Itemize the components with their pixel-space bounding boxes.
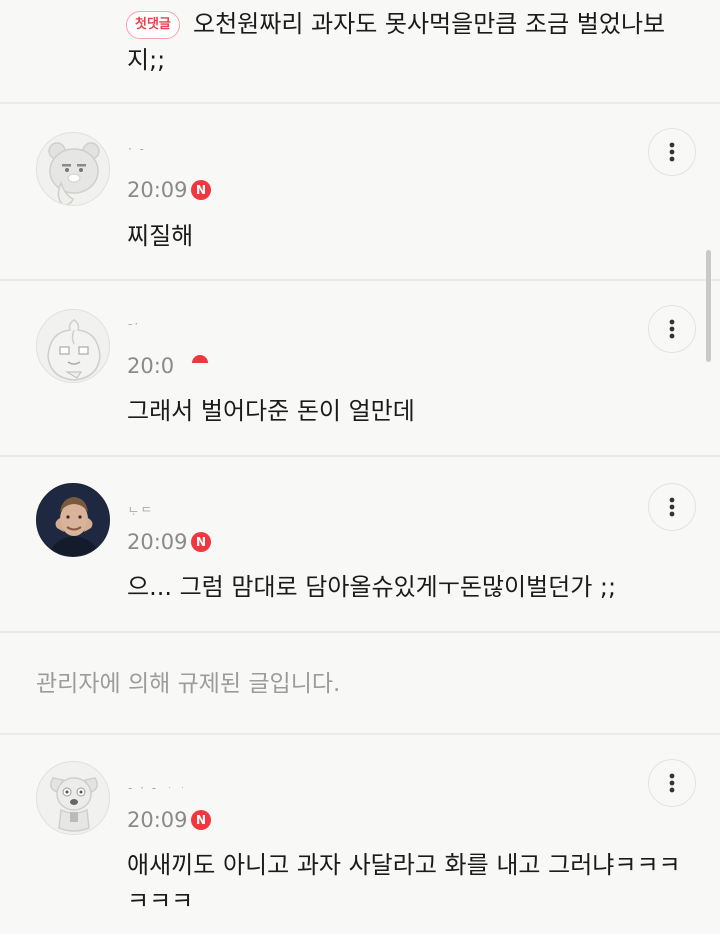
vertical-dots-icon: [669, 497, 675, 517]
new-badge-icon: N: [191, 810, 211, 830]
comment-item: ᄂᆞᄃ 20:09 N 으... 그럼 맘대로 담아올슈있게ㅜ돈많이벌던가 ;;: [0, 457, 720, 632]
new-badge-icon: N: [191, 532, 211, 552]
comment-time: 20:0: [127, 354, 175, 378]
more-options-button[interactable]: [648, 483, 696, 531]
nickname: -·: [128, 317, 141, 331]
vertical-dots-icon: [669, 319, 675, 339]
comment-time: 20:09: [127, 808, 188, 832]
comment-text: 으... 그럼 맘대로 담아올슈있게ㅜ돈많이벌던가 ;;: [127, 573, 617, 601]
comment-item: - · - ᆞᆞ 20:09 N 애새끼도 아니고 과자 사달라고 화를 내고 …: [0, 735, 720, 934]
blocked-comment-notice: 관리자에 의해 규제된 글입니다.: [36, 671, 341, 697]
nickname: ᄂᆞᄃ: [128, 505, 155, 519]
comment-text: 찌질해: [127, 222, 194, 250]
new-badge-icon: [192, 355, 208, 363]
comment-item: -· 20:0 그래서 벌어다준 돈이 얼만데: [0, 281, 720, 456]
apeach-character-avatar[interactable]: [36, 309, 110, 383]
nickname: · -: [128, 142, 146, 156]
vertical-dots-icon: [669, 773, 675, 793]
more-options-button[interactable]: [648, 305, 696, 353]
comment-time: 20:09: [127, 530, 188, 554]
profile-photo-avatar[interactable]: [36, 483, 110, 557]
vertical-dots-icon: [669, 142, 675, 162]
new-badge-icon: N: [191, 180, 211, 200]
comment-text: 오천원짜리 과자도 못사먹을만큼 조금 벌었나보지;;: [127, 10, 666, 74]
comment-list-page: 첫댓글 오천원짜리 과자도 못사먹을만큼 조금 벌었나보지;; · - 20:0…: [0, 0, 720, 934]
comment-text: 그래서 벌어다준 돈이 얼만데: [127, 397, 415, 425]
nickname: - · - ᆞᆞ: [128, 781, 190, 795]
ryan-character-avatar[interactable]: [36, 132, 110, 206]
comment-text: 애새끼도 아니고 과자 사달라고 화를 내고 그러냐ㅋㅋㅋㅋㅋㅋ: [127, 851, 681, 915]
comment-item: · - 20:09 N 찌질해: [0, 104, 720, 280]
scrollbar[interactable]: [706, 250, 711, 362]
comment-time: 20:09: [127, 178, 188, 202]
frodo-character-avatar[interactable]: [36, 761, 110, 835]
more-options-button[interactable]: [648, 759, 696, 807]
divider: [0, 631, 720, 633]
more-options-button[interactable]: [648, 128, 696, 176]
comment-first: 첫댓글 오천원짜리 과자도 못사먹을만큼 조금 벌었나보지;;: [0, 0, 720, 104]
